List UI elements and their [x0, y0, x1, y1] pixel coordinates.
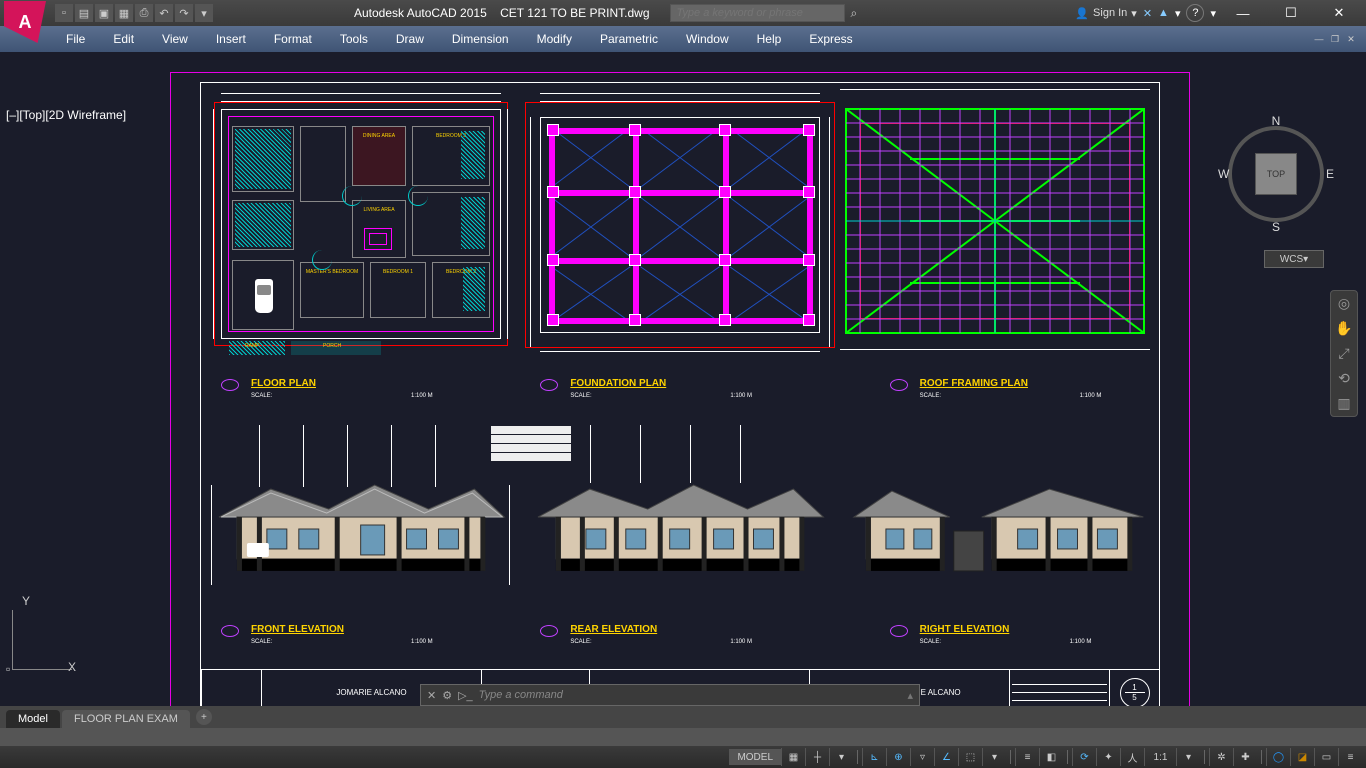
status-annoscale-icon[interactable]: 人: [1120, 748, 1144, 766]
qat-saveas-icon[interactable]: ▦: [115, 4, 133, 22]
status-isodraft-icon[interactable]: ▿: [910, 748, 934, 766]
viewport-controls[interactable]: [–][Top][2D Wireframe]: [6, 108, 126, 122]
status-bar: MODEL ▦ ┼ ▾ ⊾ ⊕ ▿ ∠ ⬚ ▾ ≡ ◧ ⟳ ✦ 人 1:1 ▾ …: [0, 746, 1366, 768]
status-isolate-icon[interactable]: ◪: [1290, 748, 1314, 766]
cmd-prompt-icon: ▷_: [458, 689, 473, 702]
menu-window[interactable]: Window: [672, 32, 743, 46]
command-line[interactable]: ✕ ⚙ ▷_ Type a command ▴: [420, 684, 920, 706]
status-hardware-icon[interactable]: ◯: [1266, 748, 1290, 766]
sign-in-button[interactable]: 👤Sign In▾: [1075, 7, 1136, 20]
a360-icon[interactable]: ▲: [1158, 7, 1169, 19]
foundation-plan-view: FOUNDATION PLAN SCALE: 1:100 M: [530, 89, 829, 391]
status-ortho-icon[interactable]: ⊾: [862, 748, 886, 766]
menu-draw[interactable]: Draw: [382, 32, 438, 46]
exchange-icon[interactable]: ✕: [1143, 7, 1152, 20]
status-cycling-icon[interactable]: ⟳: [1072, 748, 1096, 766]
help-icon[interactable]: ?: [1186, 4, 1204, 22]
qat-dropdown-icon[interactable]: ▾: [195, 4, 213, 22]
search-icon[interactable]: ⌕: [851, 6, 858, 21]
status-polar-icon[interactable]: ⊕: [886, 748, 910, 766]
tab-layout-1[interactable]: FLOOR PLAN EXAM: [62, 710, 190, 728]
menu-format[interactable]: Format: [260, 32, 326, 46]
qat-new-icon[interactable]: ▫: [55, 4, 73, 22]
qat-plot-icon[interactable]: ⎙: [135, 4, 153, 22]
cmd-customize-icon[interactable]: ⚙: [442, 689, 452, 702]
menu-parametric[interactable]: Parametric: [586, 32, 672, 46]
status-scale-button[interactable]: 1:1: [1144, 748, 1176, 766]
front-elev-svg: [211, 481, 510, 581]
nav-wheel-icon[interactable]: ◎: [1338, 295, 1350, 312]
menu-file[interactable]: File: [52, 32, 99, 46]
menu-edit[interactable]: Edit: [99, 32, 148, 46]
menu-insert[interactable]: Insert: [202, 32, 260, 46]
menu-view[interactable]: View: [148, 32, 202, 46]
rear-elevation-view: REAR ELEVATION SCALE: 1:100 M: [530, 425, 829, 673]
nav-zoom-icon[interactable]: ⤢: [1338, 345, 1349, 362]
cmd-placeholder: Type a command: [479, 689, 563, 701]
status-otrack-icon[interactable]: ▾: [982, 748, 1006, 766]
status-annomonitor-icon[interactable]: ✦: [1096, 748, 1120, 766]
app-title: Autodesk AutoCAD 2015 CET 121 TO BE PRIN…: [354, 6, 650, 20]
maximize-button[interactable]: ☐: [1270, 2, 1312, 24]
drawing-sheet: DINING AREA LIVING AREA BEDROOM 3 MASTER…: [200, 82, 1160, 716]
status-dropdown-2[interactable]: ▾: [1176, 748, 1200, 766]
status-annovis-icon[interactable]: ✚: [1233, 748, 1257, 766]
menu-modify[interactable]: Modify: [523, 32, 586, 46]
menubar: File Edit View Insert Format Tools Draw …: [0, 26, 1366, 52]
layout-tabs: Model FLOOR PLAN EXAM +: [0, 706, 1366, 728]
qat-redo-icon[interactable]: ↷: [175, 4, 193, 22]
cmd-close-icon[interactable]: ✕: [427, 689, 436, 702]
status-lineweight-icon[interactable]: ≡: [1015, 748, 1039, 766]
menu-tools[interactable]: Tools: [326, 32, 382, 46]
status-3dosnap-icon[interactable]: ⬚: [958, 748, 982, 766]
foundation-bracing: [541, 118, 819, 332]
right-elevation-view: RIGHT ELEVATION SCALE: 1:100 M: [850, 425, 1149, 673]
wcs-indicator[interactable]: WCS ▾: [1264, 250, 1324, 268]
status-customize-icon[interactable]: ≡: [1338, 748, 1362, 766]
qat-save-icon[interactable]: ▣: [95, 4, 113, 22]
drawing-area[interactable]: [–][Top][2D Wireframe] DINING AREA LIVIN…: [0, 52, 1366, 728]
tab-add-button[interactable]: +: [196, 709, 212, 725]
cmd-recent-icon[interactable]: ▴: [907, 689, 913, 702]
roof-framing-view: ROOF FRAMING PLAN SCALE: 1:100 M: [850, 89, 1149, 391]
right-elev-svg: [850, 481, 1149, 581]
status-snap-icon[interactable]: ┼: [805, 748, 829, 766]
status-cleanscreen-icon[interactable]: ▭: [1314, 748, 1338, 766]
user-icon: 👤: [1075, 7, 1089, 20]
doc-close-button[interactable]: ✕: [1344, 33, 1358, 45]
status-dropdown-1[interactable]: ▾: [829, 748, 853, 766]
viewcube[interactable]: TOP NSEW: [1216, 114, 1336, 234]
roof-framing-svg: [840, 103, 1150, 339]
nav-orbit-icon[interactable]: ⟲: [1338, 370, 1350, 387]
status-model-button[interactable]: MODEL: [729, 749, 781, 765]
rear-elev-svg: [530, 481, 829, 581]
status-transparency-icon[interactable]: ◧: [1039, 748, 1063, 766]
menu-express[interactable]: Express: [795, 32, 866, 46]
status-grid-icon[interactable]: ▦: [781, 748, 805, 766]
doc-restore-button[interactable]: ❐: [1328, 33, 1342, 45]
tab-model[interactable]: Model: [6, 710, 60, 728]
nav-showmotion-icon[interactable]: ▥: [1337, 395, 1350, 412]
status-osnap-icon[interactable]: ∠: [934, 748, 958, 766]
ucs-icon: X Y ▫: [12, 600, 82, 670]
titlebar: A ▫ ▤ ▣ ▦ ⎙ ↶ ↷ ▾ Autodesk AutoCAD 2015 …: [0, 0, 1366, 26]
qat-undo-icon[interactable]: ↶: [155, 4, 173, 22]
menu-help[interactable]: Help: [743, 32, 796, 46]
navigation-bar: ◎ ✋ ⤢ ⟲ ▥: [1330, 290, 1358, 417]
qat-open-icon[interactable]: ▤: [75, 4, 93, 22]
doc-minimize-button[interactable]: —: [1312, 33, 1326, 45]
status-workspace-icon[interactable]: ✲: [1209, 748, 1233, 766]
minimize-button[interactable]: —: [1222, 2, 1264, 24]
help-search-input[interactable]: [670, 4, 845, 22]
floor-plan-view: DINING AREA LIVING AREA BEDROOM 3 MASTER…: [211, 89, 510, 391]
front-elevation-view: FRONT ELEVATION SCALE: 1:100 M: [211, 425, 510, 673]
close-button[interactable]: ✕: [1318, 2, 1360, 24]
nav-pan-icon[interactable]: ✋: [1335, 320, 1352, 337]
menu-dimension[interactable]: Dimension: [438, 32, 523, 46]
viewcube-top-face[interactable]: TOP: [1255, 153, 1297, 195]
